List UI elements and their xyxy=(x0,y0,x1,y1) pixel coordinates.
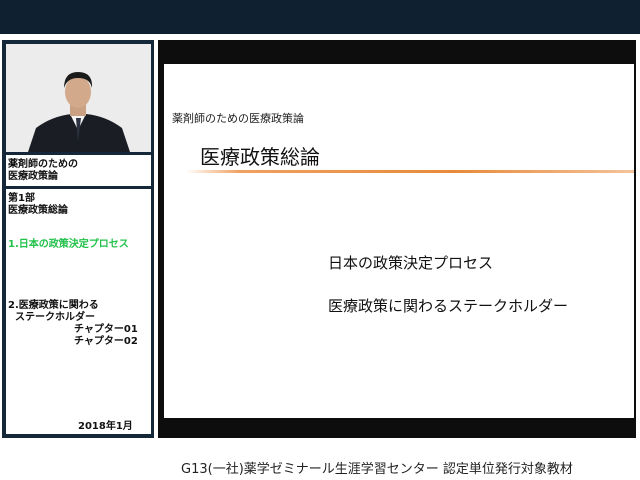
slide-title-rule xyxy=(186,170,634,173)
part-number: 第1部 xyxy=(8,193,35,204)
course-title-line1: 薬剤師のための xyxy=(8,159,78,170)
presenter-video xyxy=(6,44,151,152)
slide-item-policy-process: 日本の政策決定プロセス xyxy=(328,254,494,272)
slide-title: 医療政策総論 xyxy=(200,145,320,169)
toc-item-stakeholders-line2[interactable]: ステークホルダー xyxy=(8,312,95,324)
sidebar-divider xyxy=(6,186,151,189)
slide-item-stakeholders: 医療政策に関わるステークホルダー xyxy=(328,297,569,315)
toc-chapter-02[interactable]: チャプター02 xyxy=(74,336,138,348)
course-date: 2018年1月 xyxy=(78,421,133,432)
presenter-figure xyxy=(6,44,151,152)
toc-item-stakeholders[interactable]: 2.医療政策に関わる xyxy=(8,300,99,312)
course-title-line2: 医療政策論 xyxy=(8,171,58,182)
toc-item-policy-process[interactable]: 1.日本の政策決定プロセス xyxy=(8,239,129,251)
part-title: 医療政策総論 xyxy=(8,205,68,216)
footer-certification-text: G13(一社)薬学ゼミナール生涯学習センター 認定単位発行対象教材 xyxy=(181,462,573,477)
slide-subtitle: 薬剤師のための医療政策論 xyxy=(172,112,304,125)
toc-chapter-01[interactable]: チャプター01 xyxy=(74,324,138,336)
sidebar-divider xyxy=(6,152,151,155)
top-bar xyxy=(0,0,640,34)
